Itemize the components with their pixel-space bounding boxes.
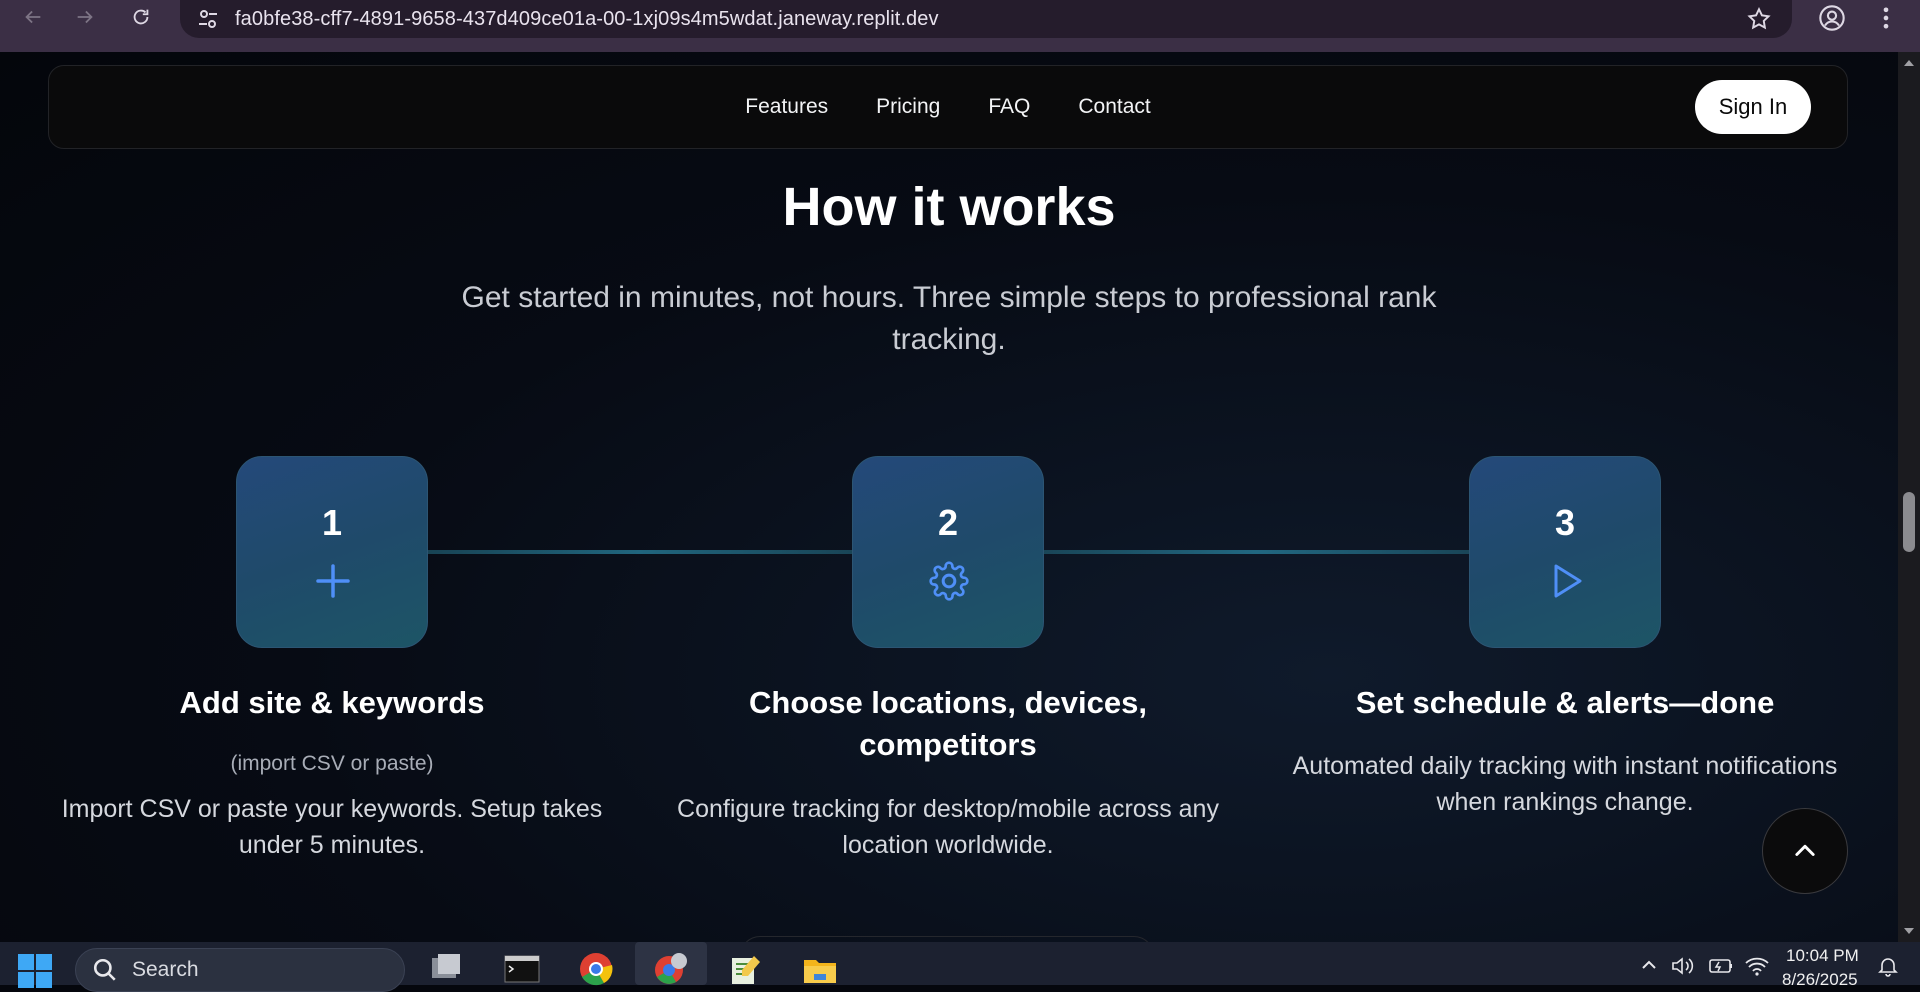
nav-link-contact[interactable]: Contact — [1078, 95, 1150, 119]
battery-icon[interactable] — [1708, 954, 1734, 978]
search-icon — [93, 958, 116, 981]
profile-icon[interactable] — [1818, 4, 1846, 32]
page-viewport: Features Pricing FAQ Contact Sign In How… — [0, 52, 1898, 942]
gear-icon — [929, 561, 969, 601]
windows-taskbar: Search 10:04 PM 8/26/2025 — [0, 942, 1920, 992]
chrome-app-icon[interactable] — [578, 952, 614, 986]
taskbar-search-placeholder: Search — [132, 958, 199, 981]
section-subtitle: Get started in minutes, not hours. Three… — [461, 281, 1437, 356]
step-3-number: 3 — [1554, 502, 1576, 543]
nav-link-features[interactable]: Features — [745, 95, 828, 119]
step-1-title: Add site & keywords — [179, 685, 485, 720]
step-connector-1-2 — [427, 550, 853, 554]
plus-icon — [316, 564, 350, 598]
step-2-card: 2 — [852, 456, 1044, 648]
section-title: How it works — [782, 177, 1116, 237]
kebab-menu-icon[interactable] — [1876, 4, 1896, 32]
step-1-description: Import CSV or paste your keywords. Setup… — [61, 795, 603, 859]
scroll-up-arrow-icon[interactable] — [1902, 56, 1916, 70]
reload-button[interactable] — [124, 0, 158, 34]
step-3-card: 3 — [1469, 456, 1661, 648]
site-settings-icon[interactable] — [196, 7, 220, 31]
taskbar-time[interactable]: 10:04 PM — [1786, 946, 1859, 966]
chevron-up-icon — [1795, 844, 1815, 856]
chrome-profile-app-icon[interactable] — [653, 952, 689, 986]
step-3-description: Automated daily tracking with instant no… — [1292, 752, 1838, 816]
notepad-app-icon[interactable] — [728, 952, 764, 986]
step-2-title: Choose locations, devices, competitors — [749, 685, 1147, 762]
step-2-description: Configure tracking for desktop/mobile ac… — [677, 795, 1219, 859]
task-view-icon[interactable] — [428, 952, 464, 986]
scroll-thumb[interactable] — [1903, 492, 1915, 552]
taskbar-search[interactable]: Search — [75, 948, 405, 992]
bookmark-star-icon[interactable] — [1746, 6, 1772, 32]
reload-icon — [133, 9, 149, 25]
windows-start-icon[interactable] — [18, 954, 52, 988]
play-icon — [1554, 564, 1582, 598]
back-to-top-button[interactable] — [1762, 808, 1848, 894]
page-scrollbar[interactable] — [1898, 52, 1920, 942]
browser-toolbar: fa0bfe38-cff7-4891-9658-437d409ce01a-00-… — [0, 0, 1920, 52]
scroll-down-arrow-icon[interactable] — [1902, 924, 1916, 938]
forward-button[interactable] — [68, 0, 102, 34]
step-3-title: Set schedule & alerts—done — [1355, 685, 1775, 720]
volume-icon[interactable] — [1670, 954, 1694, 978]
arrow-left-icon — [25, 10, 41, 24]
site-navbar: Features Pricing FAQ Contact Sign In — [48, 65, 1848, 149]
url-text[interactable]: fa0bfe38-cff7-4891-9658-437d409ce01a-00-… — [235, 8, 939, 31]
wifi-icon[interactable] — [1744, 954, 1770, 978]
file-explorer-icon[interactable] — [802, 952, 838, 986]
taskbar-date[interactable]: 8/26/2025 — [1782, 970, 1858, 990]
step-1-card: 1 — [236, 456, 428, 648]
nav-link-pricing[interactable]: Pricing — [876, 95, 940, 119]
notification-bell-icon[interactable] — [1876, 954, 1900, 978]
sign-in-button[interactable]: Sign In — [1695, 80, 1811, 134]
step-connector-2-3 — [1043, 550, 1469, 554]
back-button[interactable] — [16, 0, 50, 34]
terminal-app-icon[interactable] — [504, 952, 540, 986]
address-bar[interactable]: fa0bfe38-cff7-4891-9658-437d409ce01a-00-… — [180, 0, 1792, 38]
nav-links: Features Pricing FAQ Contact — [49, 66, 1847, 148]
step-2-number: 2 — [937, 502, 959, 543]
arrow-right-icon — [77, 10, 93, 24]
tray-chevron-up-icon[interactable] — [1640, 954, 1658, 978]
step-1-number: 1 — [321, 502, 343, 543]
step-1-note: (import CSV or paste) — [230, 752, 434, 775]
nav-link-faq[interactable]: FAQ — [988, 95, 1030, 119]
